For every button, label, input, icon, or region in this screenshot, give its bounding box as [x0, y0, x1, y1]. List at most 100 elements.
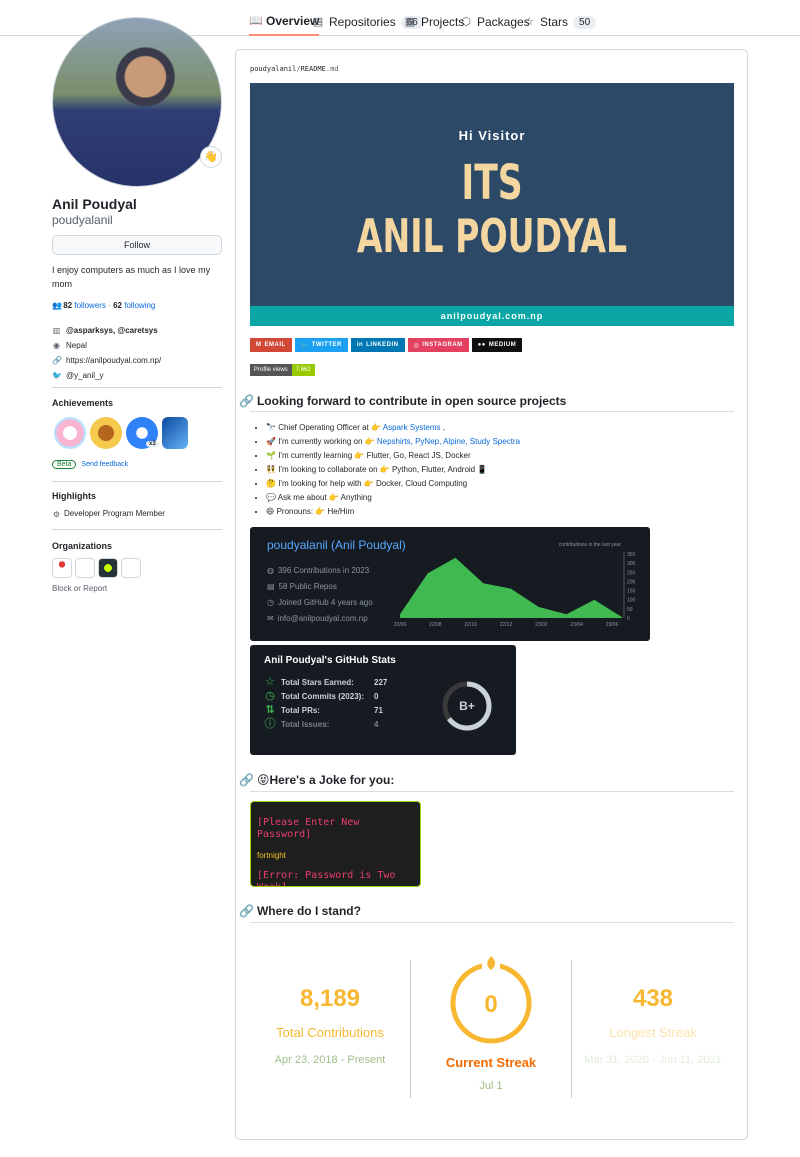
chart-caption: contributions in the last year	[559, 542, 622, 548]
org-avatar[interactable]	[98, 558, 118, 578]
mail-icon: ✉	[267, 614, 274, 623]
contribution-area-chart: contributions in the last year 0 50 100 150…	[394, 542, 636, 628]
people-icon: 👥	[52, 301, 62, 310]
block-report-link[interactable]: Block or Report	[52, 584, 107, 593]
joke-question: [Please Enter New Password]	[257, 817, 360, 840]
website-detail: 🔗 https://anilpoudyal.com.np/	[52, 353, 161, 368]
y-tick-label: 250	[627, 570, 636, 576]
grade-ring: B+	[442, 681, 492, 731]
highlights-title: Highlights	[52, 491, 96, 501]
x-tick-label: 22/10	[464, 622, 477, 628]
status-emoji[interactable]: 👋	[200, 146, 222, 168]
beta-feedback: Beta Send feedback	[52, 460, 128, 469]
followers-link[interactable]: 82 followers	[63, 301, 106, 310]
github-icon: ◍	[267, 566, 274, 575]
book-icon: 📖	[249, 15, 263, 27]
x-tick-label: 22/08	[429, 622, 442, 628]
org-avatar[interactable]	[75, 558, 95, 578]
issue-icon: ⓘ	[264, 718, 276, 730]
pr-icon: ⇅	[265, 704, 275, 716]
contrib-count: ◍ 396 Contributions in 2023	[267, 566, 370, 575]
current-streak: 0 Current Streak Jul 1	[411, 953, 571, 1092]
arctic-badge[interactable]	[162, 417, 188, 449]
stat-row: ⇅ Total PRs: 71	[265, 704, 383, 716]
anchor-link-icon[interactable]: 🔗	[239, 904, 254, 918]
follow-button[interactable]: Follow	[52, 235, 222, 255]
tab-packages[interactable]: ⬡ Packages	[460, 8, 530, 36]
send-feedback-link[interactable]: Send feedback	[81, 461, 128, 468]
heading-rule	[250, 922, 734, 923]
anchor-link-icon[interactable]: 🔗	[239, 773, 254, 787]
list-item: 🔭 Chief Operating Officer at 👉 Aspark Sy…	[266, 421, 520, 435]
readme-banner: Hi Visitor ITS ANIL POUDYAL anilpoudyal.…	[250, 83, 734, 326]
stat-row: ⓘ Total Issues: 4	[264, 718, 379, 730]
quickdraw-badge[interactable]	[90, 417, 122, 449]
tab-overview[interactable]: 📖 Overview	[249, 8, 320, 36]
total-contributions: 8,189 Total Contributions Apr 23, 2018 -…	[274, 985, 386, 1066]
y-tick-label: 100	[627, 598, 636, 604]
gear-icon: ⚙	[52, 510, 61, 519]
twitter-icon: 🐦	[300, 342, 309, 349]
yolo-badge[interactable]	[54, 417, 86, 449]
twitter-badge[interactable]: 🐦 TWITTER	[294, 338, 348, 352]
linkedin-badge[interactable]: in LINKEDIN	[350, 338, 405, 352]
list-item: 🌱 I'm currently learning 👉 Flutter, Go, …	[266, 449, 520, 463]
projects-links[interactable]: Nepshirts, PyNep, Alpine, Study Spectra	[377, 437, 520, 446]
mail-icon: M	[256, 342, 262, 348]
organizations-title: Organizations	[52, 541, 113, 551]
anchor-link-icon[interactable]: 🔗	[239, 394, 254, 408]
joined-info: ◷ Joined GitHub 4 years ago	[267, 598, 373, 607]
contribution-card: poudyalanil (Anil Poudyal) ◍ 396 Contribu…	[250, 527, 650, 641]
twitter-detail: 🐦 @y_anil_y	[52, 368, 161, 383]
medium-badge[interactable]: ●● MEDIUM	[471, 338, 523, 352]
instagram-badge[interactable]: ◎ INSTAGRAM	[407, 338, 469, 352]
email-badge[interactable]: M EMAIL	[250, 338, 292, 352]
joke-error: [Error: Password is Two Weak]	[257, 870, 396, 886]
streak-ring: 0	[450, 956, 532, 1044]
aspark-link[interactable]: Aspark Systems	[383, 423, 441, 432]
heading-joke: 🔗 😝Here's a Joke for you:	[239, 773, 395, 787]
project-icon: ▦	[404, 16, 416, 28]
list-item: 🚀 I'm currently working on 👉 Nepshirts, …	[266, 435, 520, 449]
gh-stats-title: Anil Poudyal's GitHub Stats	[264, 655, 396, 666]
public-repos: ▤ 58 Public Repos	[267, 582, 337, 591]
x-tick-label: 22/12	[500, 622, 513, 628]
y-tick-label: 150	[627, 589, 636, 595]
website-link[interactable]: https://anilpoudyal.com.np/	[66, 356, 161, 365]
joke-answer: fortnight	[257, 851, 286, 860]
joke-card: [Please Enter New Password] fortnight [E…	[250, 801, 421, 887]
clock-icon: ◷	[265, 690, 275, 702]
avatar[interactable]: 👋	[52, 17, 222, 187]
highlight-item: ⚙ Developer Program Member	[52, 509, 165, 519]
org-avatar[interactable]	[121, 558, 141, 578]
heading-rule	[250, 411, 734, 412]
pull-shark-badge[interactable]: x3	[126, 417, 159, 449]
location-icon: ◉	[53, 341, 60, 350]
org-avatar[interactable]	[52, 558, 72, 578]
list-item: 🤔 I'm looking for help with 👉 Docker, Cl…	[266, 477, 520, 491]
y-tick-label: 300	[627, 561, 636, 567]
following-link[interactable]: 62 following	[113, 301, 155, 310]
profile-views-badge: Profile views 7,662	[250, 364, 315, 376]
divider	[52, 387, 222, 388]
list-item: 💬 Ask me about 👉 Anything	[266, 491, 520, 505]
twitter-link[interactable]: @y_anil_y	[66, 371, 103, 380]
tab-projects[interactable]: ▦ Projects	[404, 8, 465, 36]
readme-user-link[interactable]: poudyalanil	[250, 65, 296, 73]
stat-row: ◷ Total Commits (2023): 0	[265, 690, 379, 702]
profile-username: poudyalanil	[52, 213, 113, 227]
streak-card: 8,189 Total Contributions Apr 23, 2018 -…	[250, 933, 734, 1113]
package-icon: ⬡	[461, 16, 471, 28]
x-tick-label: 23/02	[535, 622, 548, 628]
beta-label: Beta	[52, 460, 77, 469]
achievements-title[interactable]: Achievements	[52, 398, 113, 408]
contrib-card-title: poudyalanil (Anil Poudyal)	[267, 538, 406, 552]
instagram-icon: ◎	[413, 342, 420, 349]
github-stats-card: Anil Poudyal's GitHub Stats ☆ Total Stars…	[250, 645, 516, 755]
list-item: 😄 Pronouns: 👉 He/Him	[266, 505, 520, 519]
profile-fullname: Anil Poudyal	[52, 196, 137, 212]
y-tick-label: 200	[627, 579, 636, 585]
tab-stars[interactable]: ☆ Stars 50	[523, 8, 597, 36]
clock-icon: ◷	[267, 598, 274, 607]
list-item: 👯 I'm looking to collaborate on 👉 Python…	[266, 463, 520, 477]
